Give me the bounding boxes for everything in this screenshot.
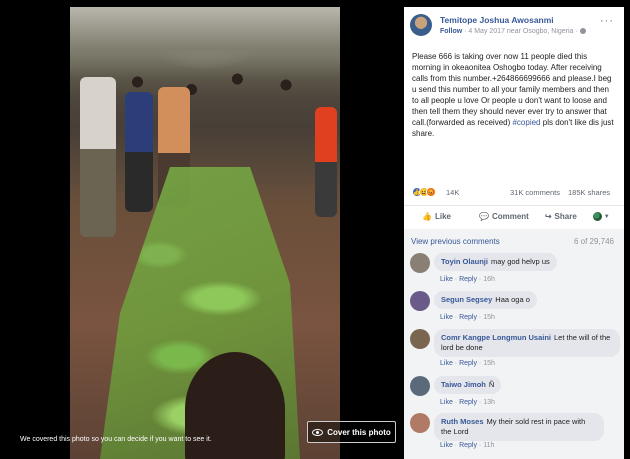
comment-time[interactable]: 15h [483,314,495,321]
photo-person [315,107,337,217]
thumbs-up-icon: 👍 [422,212,432,221]
comment-actions: Like · Reply · 13h [440,399,495,406]
reaction-icons[interactable]: 👍 😆 😡 [412,187,436,197]
comment-bubble: Segun Segsey Haa oga o [434,291,537,309]
share-label: Share [554,212,577,221]
share-button[interactable]: ↪ Share [545,212,577,221]
comment-time[interactable]: 11h [483,442,494,449]
commenter-avatar[interactable] [410,291,430,311]
cover-photo-button[interactable]: Cover this photo [307,421,396,443]
comments-count[interactable]: 31K comments [510,188,560,197]
comment-label: Comment [491,212,529,221]
commenter-name[interactable]: Comr Kangpe Longmun Usaini [441,333,551,342]
comment-reply-link[interactable]: Reply [459,276,477,283]
comment-like-link[interactable]: Like [440,399,453,406]
reactions-bar: 👍 😆 😡 14K 31K comments 185K shares [404,185,624,201]
like-label: Like [434,212,451,221]
comment-actions: Like · Reply · 15h [440,360,495,367]
view-previous-comments-link[interactable]: View previous comments [411,237,500,246]
comment-actions: Like · Reply · 11h [440,442,495,449]
profile-globe-icon [592,212,602,221]
audience-selector[interactable]: ▼ [592,212,610,221]
post-body: Please 666 is taking over now 11 people … [412,52,612,127]
comment-text: Haa oga o [495,295,530,304]
comment-bubble: Toyin Olaunji may god helvp us [434,253,557,271]
commenter-name[interactable]: Toyin Olaunji [441,257,488,266]
comment-reply-link[interactable]: Reply [459,360,477,367]
post-meta: Follow · 4 May 2017 near Osogbo, Nigeria… [440,28,586,35]
photo-person [80,77,116,237]
comment-text: Ñ [488,380,495,389]
comment-icon: 💬 [478,212,489,221]
commenter-avatar[interactable] [410,329,430,349]
post-photo[interactable] [70,7,340,459]
comment-like-link[interactable]: Like [440,314,453,321]
comment-time[interactable]: 13h [483,399,495,406]
commenter-avatar[interactable] [410,253,430,273]
post-header: Temitope Joshua Awosanmi Follow · 4 May … [404,7,624,43]
like-button[interactable]: 👍 Like [422,212,451,221]
covered-photo-notice: We covered this photo so you can decide … [20,436,212,443]
cover-photo-label: Cover this photo [327,427,391,437]
comment-actions: Like · Reply · 16h [440,276,495,283]
post-date-location: · 4 May 2017 near Osogbo, Nigeria · [462,28,580,35]
shares-count[interactable]: 185K shares [568,188,610,197]
comment-bubble: Taiwo Jimoh Ñ [434,376,502,394]
commenter-avatar[interactable] [410,413,430,433]
author-avatar[interactable] [410,14,432,36]
comment-reply-link[interactable]: Reply [459,442,477,449]
share-icon: ↪ [544,212,552,221]
comments-pagination: 6 of 29,746 [573,237,614,246]
photo-person [125,92,153,212]
commenter-name[interactable]: Taiwo Jimoh [441,380,486,389]
comment-actions: Like · Reply · 15h [440,314,495,321]
globe-icon [579,28,586,35]
comment-like-link[interactable]: Like [440,276,453,283]
comment-time[interactable]: 16h [483,276,495,283]
post-panel: Temitope Joshua Awosanmi Follow · 4 May … [404,7,624,459]
eye-icon [312,428,324,436]
comment-bubble: Ruth Moses My their sold rest in pace wit… [434,413,604,441]
screen: We covered this photo so you can decide … [0,0,630,459]
post-actions: 👍 Like 💬 Comment ↪ Share ▼ [404,205,624,227]
angry-reaction-icon: 😡 [426,187,436,197]
comment-reply-link[interactable]: Reply [459,399,477,406]
author-name[interactable]: Temitope Joshua Awosanmi [440,15,554,25]
comment-text: may god helvp us [490,257,550,266]
comment-button[interactable]: 💬 Comment [479,212,529,221]
comment-like-link[interactable]: Like [440,442,453,449]
commenter-avatar[interactable] [410,376,430,396]
commenter-name[interactable]: Ruth Moses [441,417,484,426]
comment-time[interactable]: 15h [483,360,495,367]
caret-down-icon: ▼ [603,213,610,220]
commenter-name[interactable]: Segun Segsey [441,295,492,304]
more-options-icon[interactable]: ··· [600,15,614,27]
comment-bubble: Comr Kangpe Longmun Usaini Let the will o… [434,329,620,357]
reaction-count[interactable]: 14K [446,188,459,197]
post-text: Please 666 is taking over now 11 people … [404,43,624,139]
comment-like-link[interactable]: Like [440,360,453,367]
comments-section: View previous comments 6 of 29,746 Toyin… [404,229,624,459]
follow-link[interactable]: Follow [440,28,462,35]
hashtag-link[interactable]: #copied [512,118,540,127]
comment-reply-link[interactable]: Reply [459,314,477,321]
